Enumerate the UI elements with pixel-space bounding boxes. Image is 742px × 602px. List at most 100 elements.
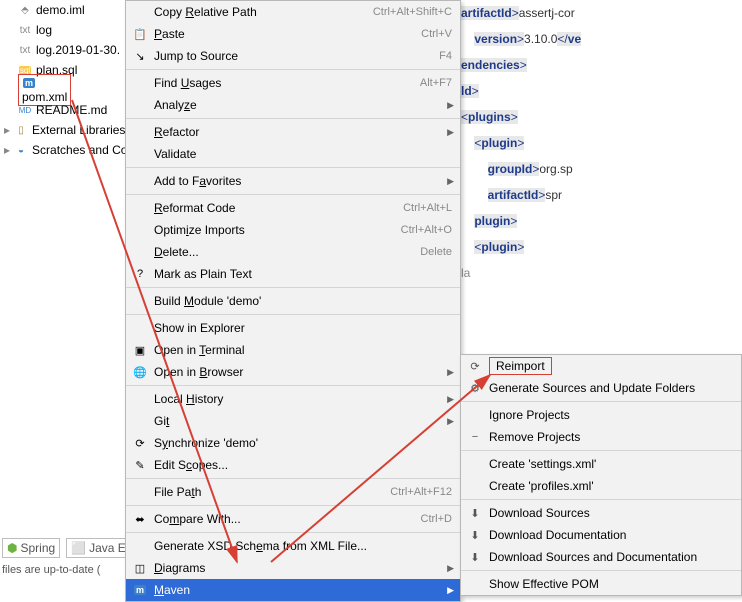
menu-refactor[interactable]: Refactor▶ [126,121,460,143]
maven-submenu[interactable]: ⟳Reimport⚙Generate Sources and Update Fo… [460,354,742,596]
shortcut: Ctrl+Alt+Shift+C [373,6,452,18]
menu-label: Maven [154,583,452,597]
menu-label: File Path [154,485,390,499]
submenu-label: Create 'profiles.xml' [489,479,594,493]
editor-area: artifactId>assertj-cor version>3.10.0</v… [461,0,742,354]
md-icon: MD [18,103,32,117]
submenu-label: Create 'settings.xml' [489,457,596,471]
shortcut: Ctrl+Alt+L [403,202,452,214]
menu-validate[interactable]: Validate [126,143,460,165]
menu-label: Open in Browser [154,365,452,379]
log-icon: txt [18,23,32,37]
submenu-label: Show Effective POM [489,577,599,591]
menu-edit-scopes-[interactable]: ✎Edit Scopes... [126,454,460,476]
menu-diagrams[interactable]: ◫ Diagrams▶ [126,557,460,579]
xml-icon: m [22,76,36,90]
menu-label: Reformat Code [154,201,403,215]
shortcut: Ctrl+Alt+O [401,224,452,236]
menu-optimize-imports[interactable]: Optimize ImportsCtrl+Alt+O [126,219,460,241]
tree-root-Scratches-and-Cons[interactable]: ▸◒Scratches and Cons [0,140,145,160]
menu-show-in-explorer[interactable]: Show in Explorer [126,317,460,339]
submenu-download-sources-and-documentation[interactable]: ⬇Download Sources and Documentation [461,546,741,568]
submenu-remove-projects[interactable]: −Remove Projects [461,426,741,448]
synchronize-demo--icon: ⟳ [132,437,148,450]
diagrams-icon: ◫ [132,562,148,575]
compare-with--icon: ⬌ [132,513,148,526]
menu-label: Diagrams [154,561,452,575]
submenu-generate-sources-and-update-folders[interactable]: ⚙Generate Sources and Update Folders [461,377,741,399]
bottom-message: files are up-to-date ( [2,564,100,576]
chevron-right-icon: ▶ [447,563,454,574]
menu-label: Copy Relative Path [154,5,373,19]
context-menu[interactable]: Copy Relative PathCtrl+Alt+Shift+C📋Paste… [125,0,461,602]
log-icon: txt [18,43,32,57]
menu-label: Jump to Source [154,49,439,63]
menu-compare-with-[interactable]: ⬌Compare With...Ctrl+D [126,508,460,530]
menu-label: Open in Terminal [154,343,452,357]
tree-root-External-Libraries[interactable]: ▸▯External Libraries [0,120,145,140]
tree-file-README.md[interactable]: MDREADME.md [0,100,145,120]
submenu-download-sources[interactable]: ⬇Download Sources [461,502,741,524]
shortcut: F4 [439,50,452,62]
shortcut: Delete [420,246,452,258]
menu-label: Git [154,414,452,428]
menu-add-to-favorites[interactable]: Add to Favorites▶ [126,170,460,192]
menu-label: Paste [154,27,421,41]
menu-label: Optimize Imports [154,223,401,237]
shortcut: Ctrl+V [421,28,452,40]
tree-file-log.2019-01-30.[interactable]: txtlog.2019-01-30. [0,40,145,60]
iml-icon: ⬘ [18,3,32,17]
status-spring[interactable]: ⬢Spring [2,538,60,558]
menu-label: Find Usages [154,76,420,90]
shortcut: Ctrl+Alt+F12 [390,486,452,498]
mark-as-plain-text-icon: ? [132,268,148,280]
submenu-reimport[interactable]: ⟳Reimport [461,355,741,377]
menu-mark-as-plain-text[interactable]: ?Mark as Plain Text [126,263,460,285]
scratch-icon: ◒ [14,143,28,157]
menu-file-path[interactable]: File PathCtrl+Alt+F12 [126,481,460,503]
submenu-icon: ⬇ [467,529,483,542]
menu-find-usages[interactable]: Find UsagesAlt+F7 [126,72,460,94]
menu-reformat-code[interactable]: Reformat CodeCtrl+Alt+L [126,197,460,219]
submenu-icon: − [467,431,483,443]
tree-label: Scratches and Cons [32,143,140,157]
chevron-right-icon: ▶ [447,416,454,427]
submenu-create-settings-xml-[interactable]: Create 'settings.xml' [461,453,741,475]
menu-synchronize-demo-[interactable]: ⟳ Synchronize 'demo' [126,432,460,454]
menu-analyze[interactable]: Analyze▶ [126,94,460,116]
chevron-right-icon: ▶ [447,100,454,111]
submenu-download-documentation[interactable]: ⬇Download Documentation [461,524,741,546]
menu-generate-xsd-schema-from-xml-file-[interactable]: Generate XSD Schema from XML File... [126,535,460,557]
tree-file-log[interactable]: txtlog [0,20,145,40]
submenu-show-effective-pom[interactable]: Show Effective POM [461,573,741,595]
menu-label: Delete... [154,245,420,259]
menu-local-history[interactable]: Local History▶ [126,388,460,410]
tree-file-pom.xml[interactable]: m pom.xml [0,80,145,100]
menu-copy-relative-path[interactable]: Copy Relative PathCtrl+Alt+Shift+C [126,1,460,23]
menu-delete-[interactable]: Delete...Delete [126,241,460,263]
submenu-label: Download Sources and Documentation [489,550,697,564]
chevron-right-icon: ▶ [447,585,454,596]
submenu-icon: ⬇ [467,507,483,520]
submenu-icon: ⚙ [467,382,483,395]
menu-build-module-demo-[interactable]: Build Module 'demo' [126,290,460,312]
edit-scopes--icon: ✎ [132,459,148,472]
menu-label: Compare With... [154,512,421,526]
tree-file-demo.iml[interactable]: ⬘ demo.iml [0,0,145,20]
menu-git[interactable]: Git▶ [126,410,460,432]
menu-paste[interactable]: 📋PasteCtrl+V [126,23,460,45]
chevron-right-icon: ▶ [447,367,454,378]
menu-maven[interactable]: mMaven▶ [126,579,460,601]
project-tree[interactable]: ⬘demo.imltxtlogtxtlog.2019-01-30.sqlplan… [0,0,145,540]
menu-label: Generate XSD Schema from XML File... [154,539,452,553]
menu-label: Show in Explorer [154,321,452,335]
submenu-create-profiles-xml-[interactable]: Create 'profiles.xml' [461,475,741,497]
submenu-ignore-projects[interactable]: Ignore Projects [461,404,741,426]
chevron-right-icon: ▶ [447,394,454,405]
menu-label: Local History [154,392,452,406]
menu-open-in-terminal[interactable]: ▣Open in Terminal [126,339,460,361]
menu-jump-to-source[interactable]: ↘Jump to SourceF4 [126,45,460,67]
menu-open-in-browser[interactable]: 🌐Open in Browser▶ [126,361,460,383]
menu-label: Synchronize 'demo' [154,436,452,450]
tree-label: demo.iml [36,3,85,17]
